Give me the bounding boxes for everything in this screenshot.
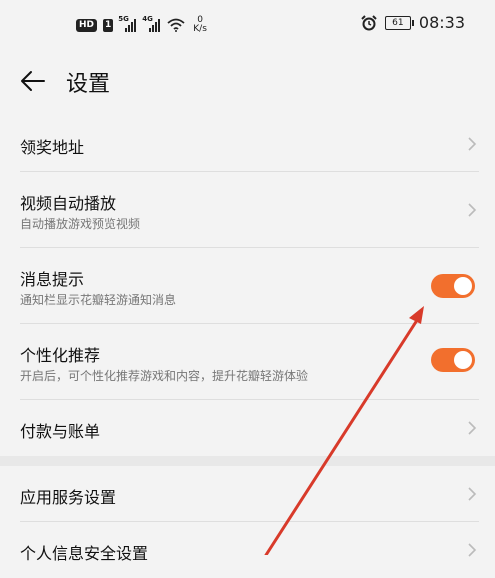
signal-4g-label: 4G [142, 15, 153, 23]
status-right: 61 08:33 [361, 13, 465, 32]
signal-5g-icon: 5G [118, 15, 137, 32]
clock: 08:33 [418, 13, 465, 32]
chevron-right-icon [468, 543, 477, 557]
signal-5g-label: 5G [118, 15, 129, 23]
row-title: 个性化推荐 [20, 346, 101, 365]
toggle-knob [454, 277, 472, 295]
page-title: 设置 [66, 72, 111, 97]
battery-level: 61 [392, 17, 404, 28]
speed-unit: K/s [193, 24, 207, 34]
settings-row-personalized-recommend: 个性化推荐 开启后，可个性化推荐游戏和内容，提升花瓣轻游体验 [0, 324, 495, 400]
status-left: HD 1 5G 4G 0 K/s [76, 15, 207, 34]
battery-icon: 61 [384, 15, 414, 30]
chevron-right-icon [468, 137, 477, 151]
row-title: 应用服务设置 [20, 488, 117, 507]
chevron-right-icon [468, 487, 477, 501]
row-title: 领奖地址 [20, 138, 85, 157]
toggle-knob [454, 351, 472, 369]
status-bar: HD 1 5G 4G 0 K/s 61 08:33 [0, 0, 495, 48]
network-speed: 0 K/s [193, 16, 207, 34]
row-subtitle: 自动播放游戏预览视频 [20, 217, 141, 231]
row-subtitle: 通知栏显示花瓣轻游通知消息 [20, 293, 177, 307]
settings-row-app-service[interactable]: 应用服务设置 [0, 466, 495, 522]
settings-row-privacy-security[interactable]: 个人信息安全设置 [0, 522, 495, 578]
message-notify-toggle[interactable] [431, 274, 475, 298]
sim-badge: 1 [103, 18, 114, 32]
settings-row-prize-address[interactable]: 领奖地址 [0, 116, 495, 172]
row-title: 个人信息安全设置 [20, 544, 149, 563]
wifi-icon [167, 18, 185, 32]
header: 设置 [0, 48, 495, 116]
personalized-recommend-toggle[interactable] [431, 348, 475, 372]
settings-row-message-notify: 消息提示 通知栏显示花瓣轻游通知消息 [0, 248, 495, 324]
settings-row-payment-billing[interactable]: 付款与账单 [0, 400, 495, 456]
settings-row-video-autoplay[interactable]: 视频自动播放 自动播放游戏预览视频 [0, 172, 495, 248]
chevron-right-icon [468, 203, 477, 217]
section-separator [0, 456, 495, 466]
hd-badge: HD [76, 18, 98, 32]
back-arrow-icon[interactable] [18, 66, 48, 96]
row-subtitle: 开启后，可个性化推荐游戏和内容，提升花瓣轻游体验 [20, 369, 309, 383]
alarm-icon [361, 14, 377, 30]
row-title: 消息提示 [20, 270, 85, 289]
row-title: 视频自动播放 [20, 194, 117, 213]
row-title: 付款与账单 [20, 422, 101, 441]
chevron-right-icon [468, 421, 477, 435]
signal-4g-icon: 4G [142, 15, 161, 32]
